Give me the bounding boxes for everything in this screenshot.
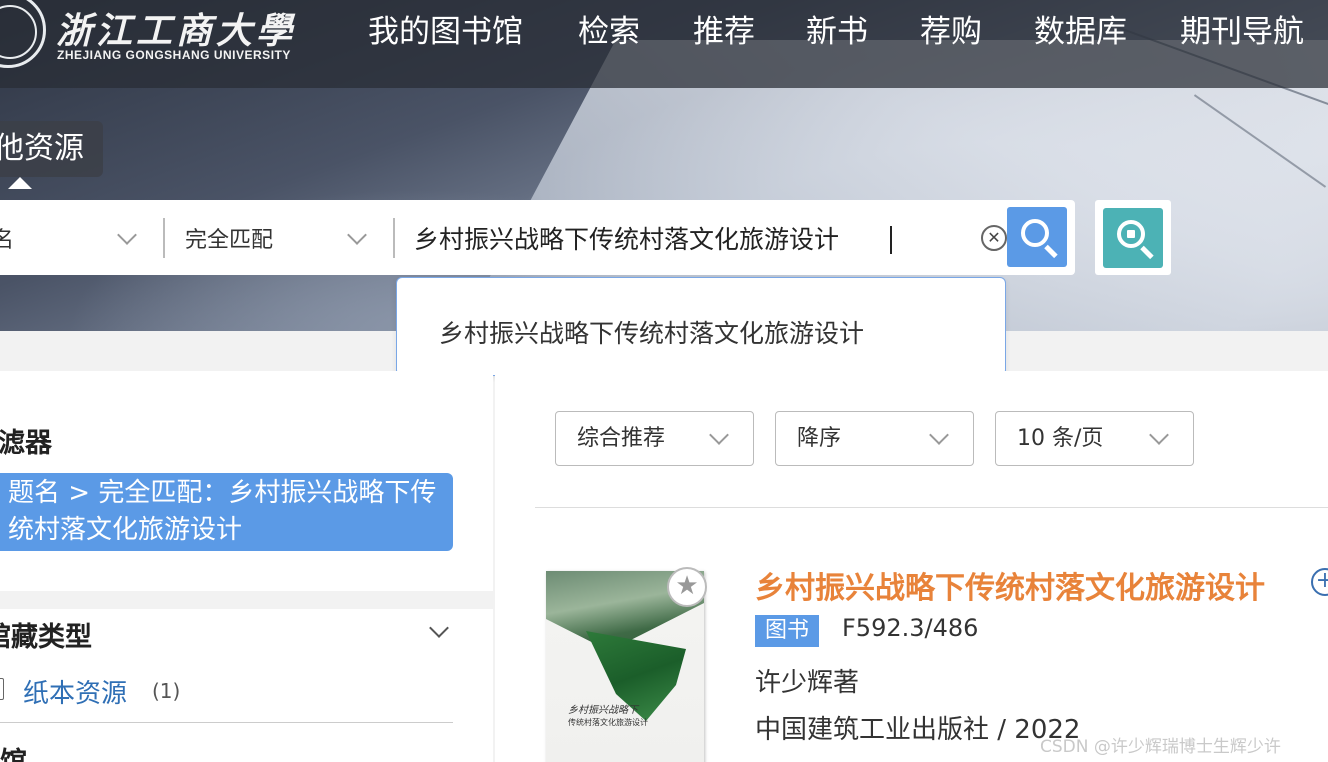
logo-chinese[interactable]: 浙江工商大學 [56, 2, 296, 54]
order-select-value: 降序 [797, 426, 842, 451]
nav-purchase-request[interactable]: 荐购 [920, 6, 982, 51]
match-select-value: 完全匹配 [185, 227, 274, 253]
page-size-select[interactable]: 10 条/页 [995, 411, 1194, 466]
search-suggestions: 乡村振兴战略下传统村落文化旅游设计 [396, 277, 1006, 376]
filter-print-resources[interactable]: 纸本资源 [23, 673, 127, 710]
result-title[interactable]: 乡村振兴战略下传统村落文化旅游设计 [755, 563, 1265, 607]
scope-tab-pointer [8, 177, 32, 189]
filter-count: (1) [152, 679, 181, 703]
order-select[interactable]: 降序 [775, 411, 974, 466]
field-select[interactable]: 名 [0, 200, 152, 275]
search-icon [1021, 219, 1049, 247]
results-divider [535, 507, 1328, 508]
search-input[interactable] [404, 214, 974, 262]
clear-icon[interactable]: ✕ [981, 225, 1007, 251]
active-filter-chip[interactable]: 题名 > 完全匹配：乡村振兴战略下传统村落文化旅游设计 [0, 473, 453, 551]
advanced-search-wrapper [1095, 200, 1171, 275]
cover-subtitle: 传统村落文化旅游设计 [568, 718, 648, 727]
chevron-down-icon [929, 425, 949, 445]
scope-tab-label: 他资源 [0, 131, 84, 166]
advanced-search-icon-dot [1127, 230, 1135, 238]
type-badge: 图书 [755, 615, 820, 647]
university-seal-icon [0, 0, 46, 68]
logo-english[interactable]: ZHEJIANG GONGSHANG UNIVERSITY [57, 48, 291, 62]
field-select-value: 名 [0, 227, 15, 253]
cover-title: 乡村振兴战略下 [568, 705, 638, 716]
search-bar: 名 完全匹配 [0, 200, 1075, 275]
top-nav-bar: 浙江工商大學 ZHEJIANG GONGSHANG UNIVERSITY 我的图… [0, 0, 1328, 88]
suggestion-item[interactable]: 乡村振兴战略下传统村落文化旅游设计 [439, 314, 864, 350]
result-publisher: 中国建筑工业出版社 / 2022 [755, 715, 1081, 745]
page-size-select-value: 10 条/页 [1017, 426, 1104, 451]
nav-search[interactable]: 检索 [578, 6, 640, 51]
chevron-down-icon [709, 425, 729, 445]
chevron-down-icon [117, 225, 137, 245]
section-gap [0, 591, 493, 609]
sort-select[interactable]: 综合推荐 [555, 411, 754, 466]
nav-new-books[interactable]: 新书 [806, 6, 868, 51]
sidebar-divider [0, 722, 453, 723]
nav-my-library[interactable]: 我的图书馆 [368, 6, 523, 51]
nav-databases[interactable]: 数据库 [1034, 6, 1127, 51]
watermark: CSDN @许少辉瑞博士生辉少许 [1040, 737, 1281, 757]
scope-tab-other-resources[interactable]: 他资源 [0, 121, 103, 177]
chevron-down-icon[interactable] [429, 618, 449, 638]
select-divider [163, 218, 165, 258]
text-caret [890, 226, 892, 254]
nav-recommend[interactable]: 推荐 [693, 6, 755, 51]
advanced-search-icon-handle [1140, 245, 1154, 260]
library-heading: 馆 [0, 740, 27, 762]
search-icon-handle [1044, 244, 1058, 259]
select-divider [393, 218, 395, 258]
nav-journals[interactable]: 期刊导航 [1180, 6, 1304, 51]
filter-sidebar: 滤器 题名 > 完全匹配：乡村振兴战略下传统村落文化旅游设计 馆藏类型 纸本资源… [0, 371, 493, 762]
result-author: 许少辉著 [755, 668, 860, 698]
match-select[interactable]: 完全匹配 [185, 200, 385, 275]
collection-type-heading: 馆藏类型 [0, 622, 92, 653]
chevron-down-icon [1149, 425, 1169, 445]
search-button[interactable] [1007, 207, 1067, 267]
checkbox-print-resources[interactable] [0, 678, 4, 700]
call-number: F592.3/486 [842, 614, 979, 642]
favorite-star-icon[interactable]: ★ [667, 567, 707, 607]
chevron-down-icon [347, 225, 367, 245]
filter-heading: 滤器 [0, 428, 52, 459]
sort-select-value: 综合推荐 [577, 426, 666, 451]
advanced-search-button[interactable] [1103, 208, 1163, 268]
